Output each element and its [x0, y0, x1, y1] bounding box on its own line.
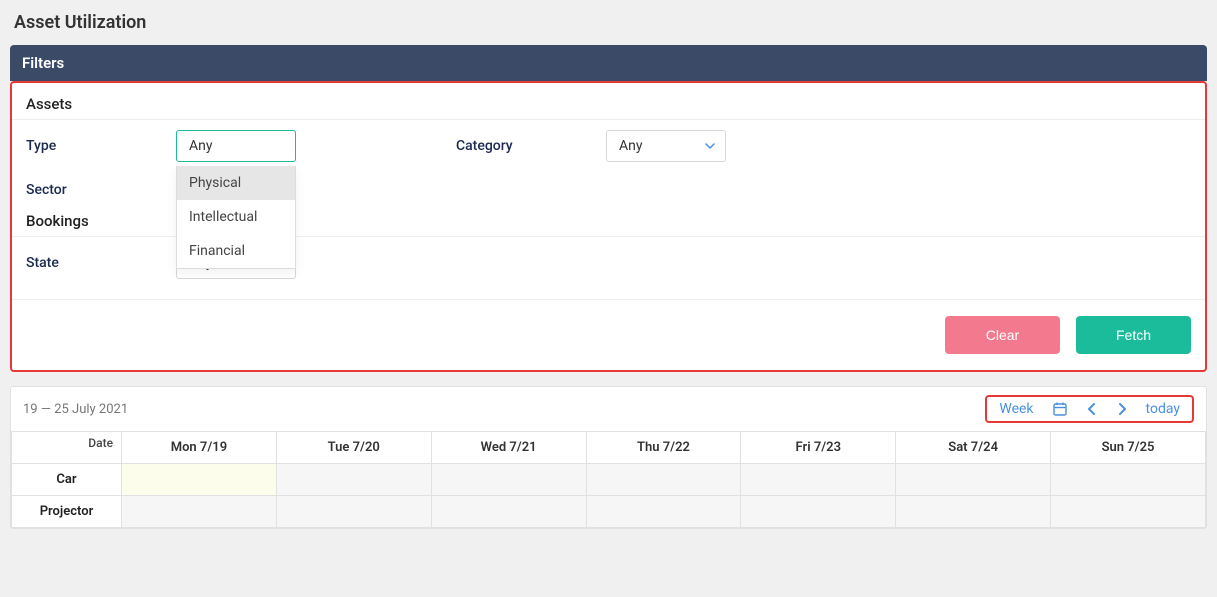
schedule-row: Car [12, 464, 1206, 496]
page-title: Asset Utilization [10, 0, 1207, 45]
filter-actions: Clear Fetch [12, 299, 1205, 354]
prev-button[interactable] [1086, 402, 1098, 416]
category-select-value: Any [619, 138, 643, 154]
next-button[interactable] [1116, 402, 1128, 416]
fetch-button[interactable]: Fetch [1076, 316, 1191, 354]
schedule-panel: 19 — 25 July 2021 Week toda [10, 386, 1207, 529]
chevron-down-icon [705, 141, 715, 151]
schedule-table: Date Mon 7/19 Tue 7/20 Wed 7/21 Thu 7/22… [11, 431, 1206, 528]
type-row: Type Any Physical Intellectual Financial… [12, 120, 1205, 172]
filters-header: Filters [10, 45, 1207, 81]
col-header: Mon 7/19 [122, 432, 277, 464]
schedule-toolbar: 19 — 25 July 2021 Week toda [11, 387, 1206, 431]
category-label: Category [456, 138, 606, 154]
schedule-cell[interactable] [741, 464, 896, 496]
schedule-cell[interactable] [586, 464, 741, 496]
row-header: Projector [12, 496, 122, 528]
col-header: Thu 7/22 [586, 432, 741, 464]
schedule-cell[interactable] [1051, 464, 1206, 496]
state-label: State [26, 255, 176, 271]
type-option-physical[interactable]: Physical [177, 166, 295, 200]
schedule-cell[interactable] [276, 496, 431, 528]
sector-label: Sector [26, 182, 176, 198]
today-button[interactable]: today [1146, 401, 1180, 417]
schedule-cell[interactable] [122, 496, 277, 528]
col-header: Fri 7/23 [741, 432, 896, 464]
type-option-intellectual[interactable]: Intellectual [177, 200, 295, 234]
col-header: Sat 7/24 [896, 432, 1051, 464]
col-header: Wed 7/21 [431, 432, 586, 464]
schedule-cell[interactable] [276, 464, 431, 496]
schedule-cell[interactable] [1051, 496, 1206, 528]
schedule-cell[interactable] [122, 464, 277, 496]
col-header: Sun 7/25 [1051, 432, 1206, 464]
type-option-financial[interactable]: Financial [177, 234, 295, 268]
type-label: Type [26, 138, 176, 154]
schedule-cell[interactable] [586, 496, 741, 528]
col-header: Tue 7/20 [276, 432, 431, 464]
assets-section-title: Assets [12, 83, 1205, 119]
type-select-value: Any [189, 138, 213, 154]
view-week-button[interactable]: Week [999, 401, 1033, 417]
clear-button[interactable]: Clear [945, 316, 1060, 354]
schedule-cell[interactable] [896, 496, 1051, 528]
calendar-icon[interactable] [1052, 401, 1068, 417]
filters-panel: Assets Type Any Physical Intellectual Fi… [10, 81, 1207, 372]
schedule-toolbar-right: Week today [985, 395, 1194, 423]
date-range-label: 19 — 25 July 2021 [23, 402, 128, 417]
schedule-cell[interactable] [741, 496, 896, 528]
schedule-cell[interactable] [431, 464, 586, 496]
schedule-row: Projector [12, 496, 1206, 528]
schedule-cell[interactable] [431, 496, 586, 528]
schedule-cell[interactable] [896, 464, 1051, 496]
type-select[interactable]: Any [176, 130, 296, 162]
schedule-corner-label: Date [12, 432, 122, 464]
type-dropdown: Physical Intellectual Financial [176, 166, 296, 269]
category-select[interactable]: Any [606, 130, 726, 162]
row-header: Car [12, 464, 122, 496]
